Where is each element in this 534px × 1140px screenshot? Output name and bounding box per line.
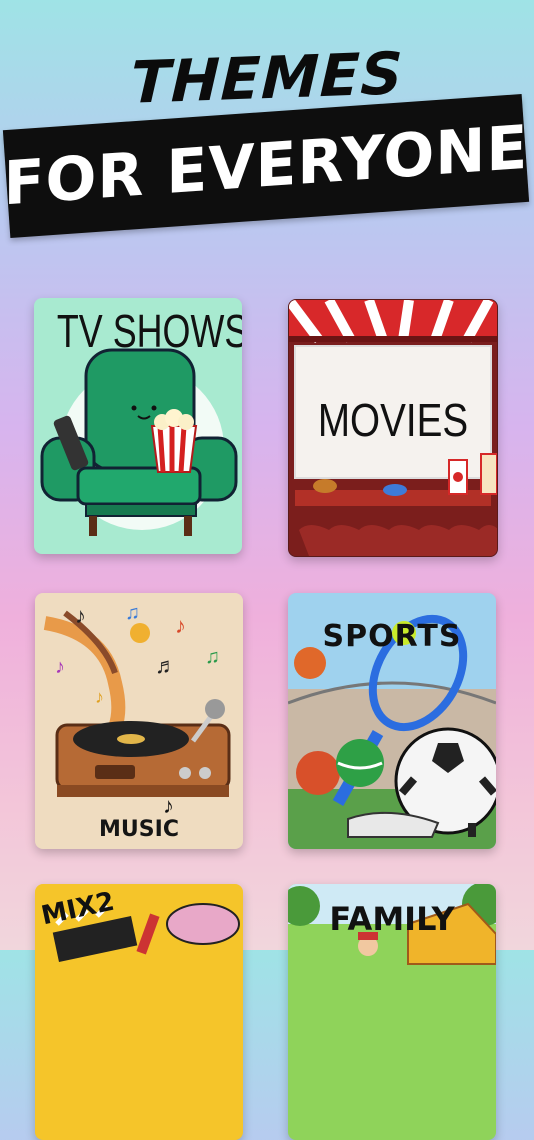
theme-label: TV SHOWS [56,305,242,357]
theme-card-family[interactable]: FAMILY [288,884,496,1140]
theme-card-sports[interactable]: SPORTS [288,593,496,849]
svg-text:♫: ♫ [205,646,220,668]
svg-text:♫: ♫ [125,602,140,624]
svg-text:♪: ♪ [95,687,104,707]
svg-text:♬: ♬ [155,653,177,678]
headline-for-everyone: FOR EVERYONE [3,112,529,220]
theme-card-tv-shows[interactable]: TV SHOWS [34,298,242,554]
theme-card-movies[interactable]: MOVIES [288,299,498,557]
record-player-icon: ♪ ♫ ♪ ♫ ♪ ♬ ♪ ♪ [43,602,231,818]
theme-label: MOVIES [317,394,469,446]
theme-card-music[interactable]: ♪ ♫ ♪ ♫ ♪ ♬ ♪ ♪ MUSIC [35,593,243,849]
svg-text:♪: ♪ [175,613,186,638]
theme-label: MUSIC [99,817,179,842]
theme-label: FAMILY [329,900,455,938]
theme-label: SPORTS [322,619,462,654]
svg-text:♪: ♪ [55,656,65,678]
svg-text:♪: ♪ [163,793,174,818]
theme-card-mix2[interactable]: MIX2 [35,884,243,1140]
svg-text:♪: ♪ [75,603,86,628]
